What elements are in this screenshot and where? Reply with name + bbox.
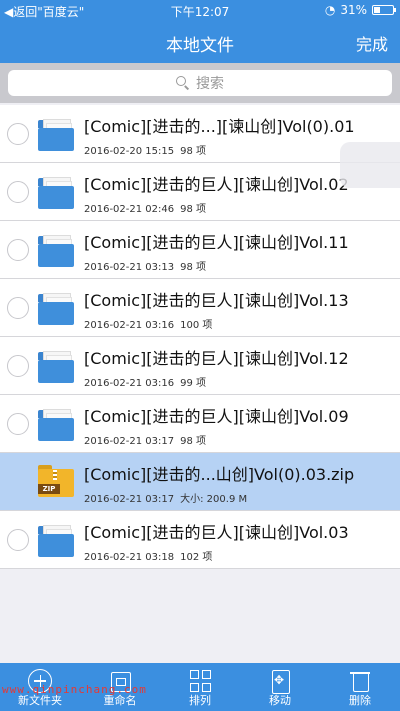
file-name: [Comic][进击的...][谏山创]Vol(0).01 <box>84 117 355 136</box>
select-radio[interactable] <box>7 181 29 203</box>
file-name: [Comic][进击的巨人][谏山创]Vol.12 <box>84 349 349 368</box>
new-folder-label: 新文件夹 <box>18 694 62 707</box>
move-icon <box>268 669 292 694</box>
rename-label: 重命名 <box>103 694 137 707</box>
file-info: 大小: 200.9 M <box>180 494 248 505</box>
file-name: [Comic][进击的巨人][谏山创]Vol.11 <box>84 233 349 252</box>
select-radio[interactable] <box>7 529 29 551</box>
file-info: 98 项 <box>180 262 207 273</box>
folder-icon <box>38 347 74 383</box>
side-handle[interactable] <box>340 142 400 188</box>
delete-label: 删除 <box>349 694 371 707</box>
select-radio[interactable] <box>7 355 29 377</box>
trash-icon <box>348 669 372 693</box>
sort-label: 排列 <box>189 694 211 707</box>
move-button[interactable]: 移动 <box>240 663 320 711</box>
grid-icon <box>188 669 212 693</box>
select-radio[interactable] <box>7 123 29 145</box>
file-date: 2016-02-21 03:16 <box>84 378 175 389</box>
file-date: 2016-02-21 02:46 <box>84 204 175 215</box>
folder-icon <box>38 173 74 209</box>
select-radio[interactable] <box>7 239 29 261</box>
file-meta: 2016-02-21 03:16 100 项 <box>84 316 212 331</box>
page-title: 本地文件 <box>166 36 234 56</box>
folder-icon <box>38 521 74 557</box>
file-meta: 2016-02-21 03:16 99 项 <box>84 374 206 389</box>
file-name: [Comic][进击的巨人][谏山创]Vol.03 <box>84 523 349 542</box>
folder-icon <box>38 231 74 267</box>
file-name: [Comic][进击的巨人][谏山创]Vol.13 <box>84 291 349 310</box>
file-date: 2016-02-21 03:13 <box>84 262 175 273</box>
file-info: 98 项 <box>180 204 207 215</box>
add-folder-icon <box>28 669 52 693</box>
sort-button[interactable]: 排列 <box>160 663 240 711</box>
alarm-icon: ◔ <box>324 3 336 17</box>
file-date: 2016-02-21 03:17 <box>84 436 175 447</box>
file-row[interactable]: [Comic][进击的巨人][谏山创]Vol.09 2016-02-21 03:1… <box>0 395 400 453</box>
nav-bar: 本地文件 完成 <box>0 20 400 63</box>
folder-icon <box>38 289 74 325</box>
file-date: 2016-02-21 03:17 <box>84 494 175 505</box>
search-input[interactable]: 搜索 <box>8 70 392 96</box>
select-radio[interactable] <box>7 413 29 435</box>
done-button[interactable]: 完成 <box>356 31 388 55</box>
file-meta: 2016-02-21 03:18 102 项 <box>84 548 212 563</box>
file-date: 2016-02-21 03:16 <box>84 320 175 331</box>
file-info: 102 项 <box>180 552 213 563</box>
zip-label: ZIP <box>38 484 60 494</box>
status-right: ◔ 31% <box>324 3 396 17</box>
file-info: 100 项 <box>180 320 213 331</box>
zip-file-icon: ZIP <box>38 465 74 497</box>
bottom-toolbar: 新文件夹 重命名 排列 移动 删除 <box>0 663 400 711</box>
file-info: 98 项 <box>180 146 207 157</box>
battery-icon <box>372 5 396 15</box>
status-bar: ◀返回"百度云" 下午12:07 ◔ 31% <box>0 0 400 20</box>
rename-button[interactable]: 重命名 <box>80 663 160 711</box>
file-name: [Comic][进击的...山创]Vol(0).03.zip <box>84 465 355 484</box>
file-meta: 2016-02-21 02:46 98 项 <box>84 200 206 215</box>
new-folder-button[interactable]: 新文件夹 <box>0 663 80 711</box>
select-radio[interactable] <box>7 297 29 319</box>
battery-percent: 31% <box>340 3 367 17</box>
file-row[interactable]: [Comic][进击的巨人][谏山创]Vol.11 2016-02-21 03:1… <box>0 221 400 279</box>
file-row[interactable]: [Comic][进击的巨人][谏山创]Vol.12 2016-02-21 03:1… <box>0 337 400 395</box>
file-info: 98 项 <box>180 436 207 447</box>
file-name: [Comic][进击的巨人][谏山创]Vol.09 <box>84 407 349 426</box>
delete-button[interactable]: 删除 <box>320 663 400 711</box>
move-label: 移动 <box>269 694 291 707</box>
rename-icon <box>108 669 132 693</box>
file-info: 99 项 <box>180 378 207 389</box>
search-bar: 搜索 <box>0 63 400 103</box>
file-name: [Comic][进击的巨人][谏山创]Vol.02 <box>84 175 349 194</box>
file-row[interactable]: ZIP [Comic][进击的...山创]Vol(0).03.zip 2016-02… <box>0 453 400 511</box>
folder-icon <box>38 405 74 441</box>
search-placeholder: 搜索 <box>196 76 224 92</box>
file-date: 2016-02-20 15:15 <box>84 146 175 157</box>
file-meta: 2016-02-21 03:17 98 项 <box>84 432 206 447</box>
file-row[interactable]: [Comic][进击的巨人][谏山创]Vol.13 2016-02-21 03:1… <box>0 279 400 337</box>
search-icon <box>176 76 190 90</box>
file-meta: 2016-02-21 03:17 大小: 200.9 M <box>84 490 247 505</box>
folder-icon <box>38 115 74 151</box>
file-row[interactable]: [Comic][进击的巨人][谏山创]Vol.03 2016-02-21 03:1… <box>0 511 400 569</box>
file-meta: 2016-02-21 03:13 98 项 <box>84 258 206 273</box>
battery-fill <box>374 7 380 13</box>
file-date: 2016-02-21 03:18 <box>84 552 175 563</box>
file-meta: 2016-02-20 15:15 98 项 <box>84 142 206 157</box>
